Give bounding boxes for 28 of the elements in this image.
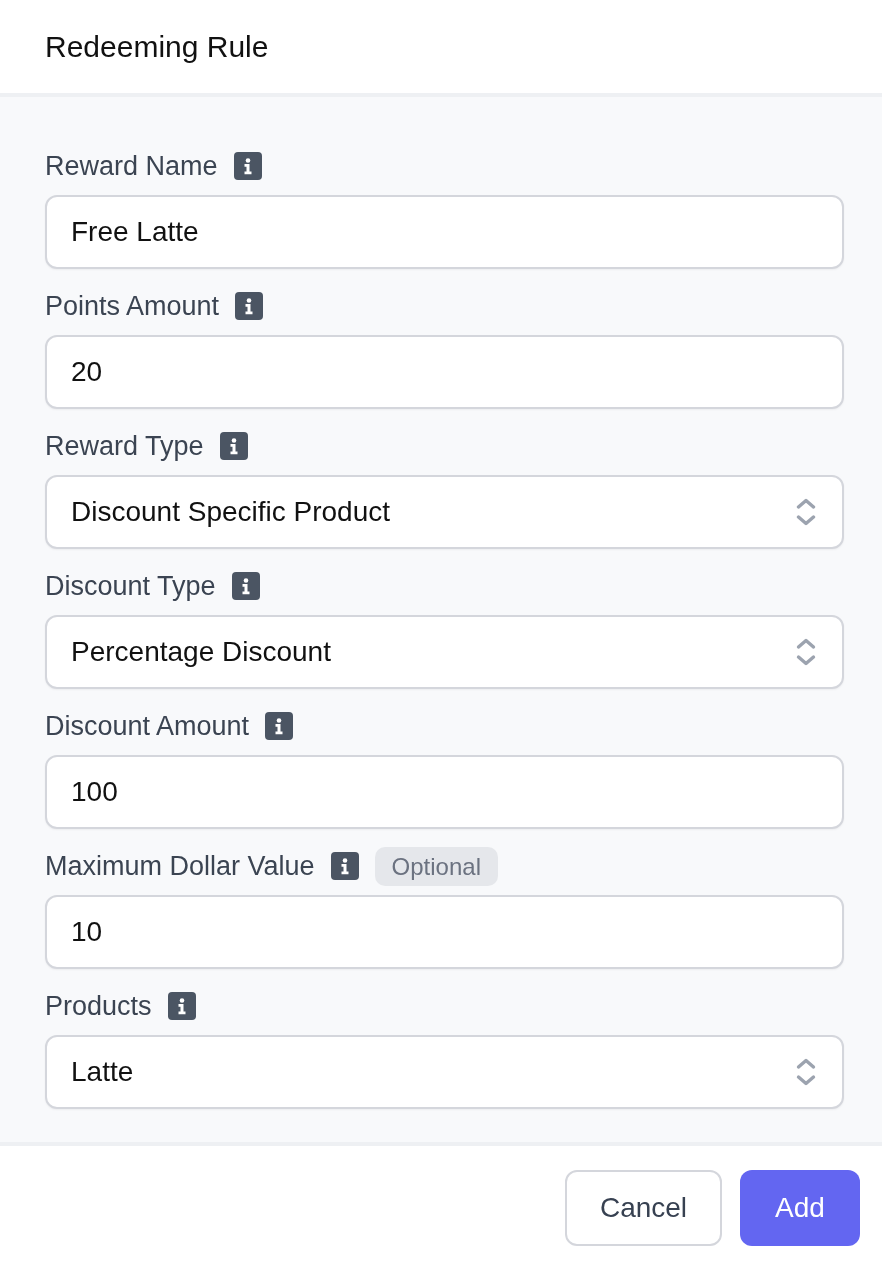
field-label: Discount Amount (45, 710, 250, 743)
text-input[interactable]: 10 (45, 895, 844, 969)
info-icon (231, 572, 260, 600)
chevron-up-down-icon (796, 637, 816, 667)
text-input[interactable]: Free Latte (45, 195, 844, 269)
text-input[interactable]: 100 (45, 755, 844, 829)
field-label: Products (45, 990, 152, 1023)
text-input[interactable]: 20 (45, 335, 844, 409)
field-label: Reward Type (45, 430, 204, 463)
cancel-button[interactable]: Cancel (565, 1170, 722, 1246)
info-icon (219, 432, 248, 460)
select-field[interactable]: Latte (45, 1035, 844, 1109)
info-icon (235, 292, 264, 320)
chevron-up-down-icon (796, 497, 816, 527)
add-button[interactable]: Add (740, 1170, 860, 1246)
info-icon (167, 992, 196, 1020)
field-label: Maximum Dollar Value (45, 850, 315, 883)
info-icon (330, 852, 359, 880)
info-icon (233, 152, 262, 180)
info-icon (265, 712, 294, 740)
optional-badge: Optional (374, 846, 498, 886)
chevron-up-down-icon (796, 1057, 816, 1087)
select-field[interactable]: Discount Specific Product (45, 475, 844, 549)
dialog-title: Redeeming Rule (45, 29, 269, 64)
select-field[interactable]: Percentage Discount (45, 615, 844, 689)
field-label: Points Amount (45, 290, 220, 323)
field-label: Reward Name (45, 150, 218, 183)
field-label: Discount Type (45, 570, 216, 603)
